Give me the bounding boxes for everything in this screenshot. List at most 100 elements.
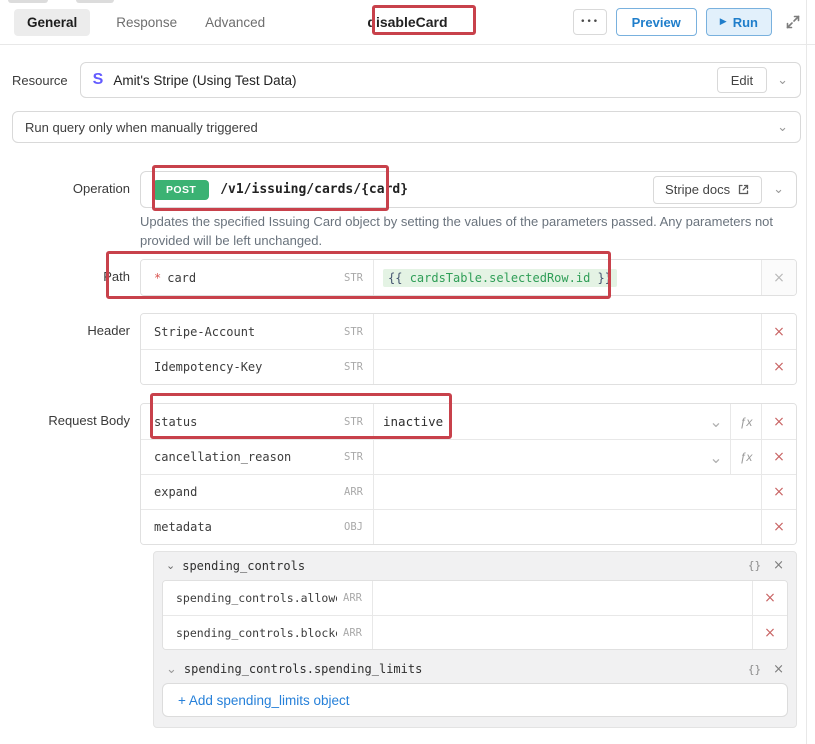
collapse-chevron-icon[interactable]: ⌄ bbox=[166, 560, 175, 571]
external-link-icon bbox=[737, 183, 750, 196]
param-value-select[interactable] bbox=[374, 440, 702, 474]
tab-advanced[interactable]: Advanced bbox=[203, 9, 267, 36]
run-label: Run bbox=[733, 15, 758, 30]
query-toolbar: disableCard General Response Advanced ••… bbox=[0, 0, 815, 45]
param-value-input[interactable] bbox=[374, 510, 761, 544]
tab-general[interactable]: General bbox=[14, 9, 90, 36]
param-key-cell: spending_controls.blocked_c ARR bbox=[163, 616, 373, 649]
object-braces-icon[interactable]: {} bbox=[748, 559, 761, 572]
remove-row-button[interactable]: × bbox=[752, 581, 787, 615]
path-label: Path bbox=[0, 259, 140, 296]
param-value-select[interactable]: inactive bbox=[374, 404, 702, 439]
editor-tabs: General Response Advanced bbox=[14, 9, 267, 36]
param-type: OBJ bbox=[344, 521, 363, 533]
run-trigger-value: Run query only when manually triggered bbox=[25, 120, 258, 135]
run-trigger-select[interactable]: Run query only when manually triggered ⌄ bbox=[12, 111, 801, 143]
param-type: ARR bbox=[344, 486, 363, 498]
param-key-cell: * card STR bbox=[141, 260, 374, 295]
param-row-card: * card STR {{ cardsTable.selectedRow.id … bbox=[141, 260, 796, 295]
resource-label: Resource bbox=[12, 73, 68, 88]
param-value-input[interactable] bbox=[374, 350, 761, 384]
remove-row-button[interactable]: × bbox=[761, 440, 796, 474]
header-params-table: Stripe-Account STR × Idempotency-Key STR… bbox=[140, 313, 797, 385]
add-spending-limits-button[interactable]: + Add spending_limits object bbox=[178, 693, 350, 708]
expand-icon[interactable] bbox=[785, 14, 801, 30]
param-key: spending_controls.allowed_c bbox=[176, 591, 337, 605]
param-value-input[interactable] bbox=[373, 616, 752, 649]
remove-row-button[interactable]: × bbox=[761, 404, 796, 439]
request-body-section: Request Body status STR inactive ⌄ ƒx × bbox=[0, 403, 815, 728]
param-type: ARR bbox=[343, 627, 362, 639]
param-key-cell: status STR bbox=[141, 404, 374, 439]
remove-row-button[interactable]: × bbox=[752, 616, 787, 649]
resource-select[interactable]: S Amit's Stripe (Using Test Data) Edit ⌄ bbox=[80, 62, 801, 98]
object-braces-icon[interactable]: {} bbox=[748, 663, 761, 676]
path-params-table: * card STR {{ cardsTable.selectedRow.id … bbox=[140, 259, 797, 296]
operation-select[interactable]: POST /v1/issuing/cards/{card} Stripe doc… bbox=[140, 171, 797, 208]
param-row-expand: expand ARR × bbox=[141, 474, 796, 509]
run-button[interactable]: ▶ Run bbox=[706, 8, 772, 36]
group-params-table: spending_controls.allowed_c ARR × spendi… bbox=[162, 580, 788, 650]
remove-row-button[interactable]: × bbox=[761, 350, 796, 384]
fx-toggle-button[interactable]: ƒx bbox=[730, 440, 761, 474]
more-options-button[interactable]: ••• bbox=[573, 9, 607, 35]
param-row-status: status STR inactive ⌄ ƒx × bbox=[141, 404, 796, 439]
param-key-cell: cancellation_reason STR bbox=[141, 440, 374, 474]
param-key: card bbox=[167, 271, 196, 285]
play-icon: ▶ bbox=[720, 17, 727, 27]
remove-row-button[interactable]: × bbox=[761, 475, 796, 509]
preview-button[interactable]: Preview bbox=[616, 8, 697, 36]
operation-description: Updates the specified Issuing Card objec… bbox=[140, 212, 780, 250]
remove-row-button: × bbox=[761, 260, 796, 295]
chevron-down-icon[interactable]: ⌄ bbox=[702, 404, 730, 439]
stripe-logo-icon: S bbox=[93, 71, 104, 89]
path-section: Path * card STR {{ cardsTable.selectedRo… bbox=[0, 259, 815, 296]
chevron-down-icon[interactable]: ⌄ bbox=[702, 440, 730, 474]
tab-response[interactable]: Response bbox=[114, 9, 179, 36]
param-type: STR bbox=[344, 416, 363, 428]
remove-group-button[interactable]: × bbox=[773, 558, 784, 573]
add-object-container: + Add spending_limits object bbox=[162, 683, 788, 717]
panel-right-edge bbox=[806, 0, 807, 744]
chevron-down-icon: ⌄ bbox=[777, 74, 788, 87]
param-row-cancellation-reason: cancellation_reason STR ⌄ ƒx × bbox=[141, 439, 796, 474]
spending-controls-group: ⌄ spending_controls {} × spending_contro… bbox=[153, 551, 797, 728]
chevron-down-icon: ⌄ bbox=[773, 183, 784, 196]
group-header: ⌄ spending_controls {} × bbox=[162, 552, 788, 579]
collapse-chevron-icon[interactable]: ⌄ bbox=[166, 663, 177, 676]
operation-label: Operation bbox=[0, 171, 140, 250]
param-row-stripe-account: Stripe-Account STR × bbox=[141, 314, 796, 349]
resource-row: Resource S Amit's Stripe (Using Test Dat… bbox=[12, 62, 801, 98]
subgroup-title: spending_controls.spending_limits bbox=[184, 662, 422, 676]
param-value-input[interactable]: {{ cardsTable.selectedRow.id }} bbox=[374, 260, 761, 295]
param-key: Idempotency-Key bbox=[154, 360, 262, 374]
param-value-input[interactable] bbox=[374, 475, 761, 509]
operation-row: Operation POST /v1/issuing/cards/{card} … bbox=[0, 171, 815, 250]
param-type: STR bbox=[344, 361, 363, 373]
param-key: Stripe-Account bbox=[154, 325, 255, 339]
body-params-table: status STR inactive ⌄ ƒx × cancellation_… bbox=[140, 403, 797, 545]
fx-toggle-button[interactable]: ƒx bbox=[730, 404, 761, 439]
param-row-idempotency-key: Idempotency-Key STR × bbox=[141, 349, 796, 384]
param-value-input[interactable] bbox=[373, 581, 752, 615]
resource-name: Amit's Stripe (Using Test Data) bbox=[113, 73, 296, 88]
subgroup-header: ⌄ spending_controls.spending_limits {} × bbox=[162, 657, 788, 681]
param-key: status bbox=[154, 415, 197, 429]
remove-row-button[interactable]: × bbox=[761, 510, 796, 544]
request-body-label: Request Body bbox=[0, 403, 140, 728]
required-icon: * bbox=[154, 271, 161, 285]
param-key-cell: Stripe-Account STR bbox=[141, 314, 374, 349]
stripe-docs-button[interactable]: Stripe docs bbox=[653, 176, 762, 204]
param-type: STR bbox=[344, 326, 363, 338]
param-value-input[interactable] bbox=[374, 314, 761, 349]
header-label: Header bbox=[0, 313, 140, 385]
query-form: Operation POST /v1/issuing/cards/{card} … bbox=[0, 171, 815, 728]
chevron-down-icon: ⌄ bbox=[777, 121, 788, 134]
edit-resource-button[interactable]: Edit bbox=[717, 67, 767, 93]
param-key-cell: Idempotency-Key STR bbox=[141, 350, 374, 384]
param-key-cell: expand ARR bbox=[141, 475, 374, 509]
stripe-docs-label: Stripe docs bbox=[665, 182, 730, 197]
query-editor-panel: disableCard General Response Advanced ••… bbox=[0, 0, 815, 744]
remove-row-button[interactable]: × bbox=[761, 314, 796, 349]
remove-group-button[interactable]: × bbox=[773, 662, 784, 677]
